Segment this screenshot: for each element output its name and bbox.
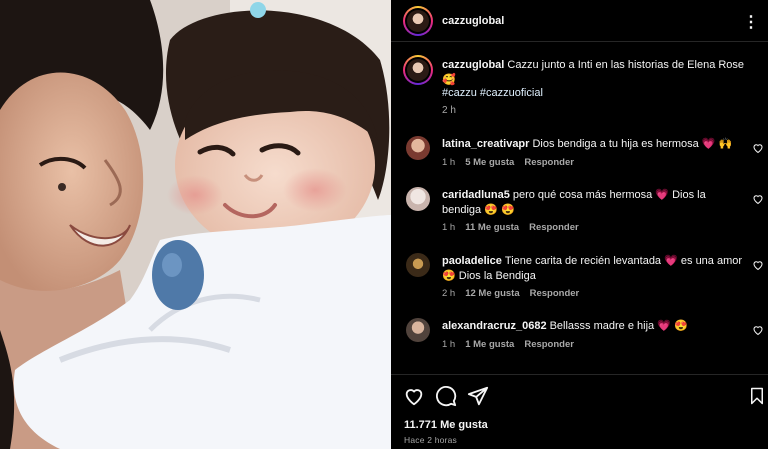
post-sidebar: cazzuglobal ⋮ cazzuglobal Cazzu junto a … — [391, 0, 768, 449]
post-header: cazzuglobal ⋮ — [391, 0, 768, 42]
comment-body-cont: Dios la Bendiga — [458, 270, 536, 282]
comment-meta: 1 h 1 Me gusta Responder — [442, 339, 574, 350]
comment-meta: 2 h 12 Me gusta Responder — [442, 288, 579, 299]
comment-emoji: 💗 — [655, 189, 670, 201]
comment-text: paoladelice Tiene carita de recién levant… — [442, 254, 747, 284]
heart-icon[interactable] — [752, 324, 764, 336]
comment-body: pero qué cosa más hermosa — [512, 189, 653, 201]
author-avatar[interactable] — [403, 6, 433, 36]
comment-likes[interactable]: 1 Me gusta — [465, 339, 514, 350]
reply-button[interactable]: Responder — [524, 339, 574, 350]
comment-likes[interactable]: 12 Me gusta — [465, 288, 519, 299]
comment-time: 2 h — [442, 288, 456, 299]
heart-icon[interactable] — [752, 142, 764, 154]
caption-time: 2 h — [442, 105, 456, 116]
post-actions: 11.771 Me gusta Hace 2 horas — [391, 374, 768, 449]
reply-button[interactable]: Responder — [529, 222, 579, 233]
commenter-username[interactable]: latina_creativapr — [442, 138, 529, 150]
caption-avatar[interactable] — [403, 55, 433, 85]
author-username[interactable]: cazzuglobal — [442, 15, 504, 27]
likes-count[interactable]: 11.771 Me gusta — [404, 419, 488, 431]
heart-icon[interactable] — [403, 385, 425, 407]
comment-likes[interactable]: 11 Me gusta — [465, 222, 519, 233]
comment-body: Dios bendiga a tu hija es hermosa — [532, 138, 699, 150]
share-icon[interactable] — [467, 385, 489, 407]
comment-time: 1 h — [442, 339, 456, 350]
more-horizontal-icon[interactable]: ⋮ — [743, 12, 760, 32]
comment-text: caridadluna5 pero qué cosa más hermosa 💗 … — [442, 188, 747, 218]
heart-icon[interactable] — [752, 193, 764, 205]
caption: cazzuglobal Cazzu junto a Inti en las hi… — [442, 58, 757, 88]
caption-text: Cazzu junto a Inti en las historias de E… — [507, 59, 745, 71]
post-photo[interactable] — [0, 0, 391, 449]
comment-emoji: 💗 🙌 — [701, 138, 733, 150]
caption-emoji: 🥰 — [442, 74, 456, 86]
comment-emoji: 😍 😍 — [484, 204, 515, 216]
comment-likes[interactable]: 5 Me gusta — [465, 157, 514, 168]
heart-icon[interactable] — [752, 259, 764, 271]
comment-body: Tiene carita de recién levantada — [504, 255, 662, 267]
comment-time: 1 h — [442, 157, 456, 168]
comment-emoji: 💗 😍 — [657, 320, 688, 332]
reply-button[interactable]: Responder — [530, 288, 580, 299]
comment-text: latina_creativapr Dios bendiga a tu hija … — [442, 137, 747, 152]
commenter-username[interactable]: caridadluna5 — [442, 189, 510, 201]
comment-meta: 1 h 11 Me gusta Responder — [442, 222, 579, 233]
reply-button[interactable]: Responder — [524, 157, 574, 168]
comment-icon[interactable] — [435, 385, 457, 407]
commenter-avatar[interactable] — [406, 187, 430, 211]
caption-username[interactable]: cazzuglobal — [442, 59, 504, 71]
comment-body: Bellasss madre e hija — [549, 320, 655, 332]
comment-meta: 1 h 5 Me gusta Responder — [442, 157, 574, 168]
commenter-username[interactable]: paoladelice — [442, 255, 502, 267]
commenter-avatar[interactable] — [406, 253, 430, 277]
comment-text: alexandracruz_0682 Bellasss madre e hija … — [442, 319, 747, 334]
caption-hashtags[interactable]: #cazzu #cazzuoficial — [442, 87, 543, 99]
comment-time: 1 h — [442, 222, 456, 233]
comment-emoji: 💗 — [664, 255, 678, 267]
commenter-avatar[interactable] — [406, 318, 430, 342]
bookmark-icon[interactable] — [748, 385, 766, 407]
commenter-avatar[interactable] — [406, 136, 430, 160]
comment-emoji: 😍 — [442, 270, 456, 282]
post-timestamp: Hace 2 horas — [404, 435, 457, 445]
comment-body-cont: es una amor — [680, 255, 743, 267]
commenter-username[interactable]: alexandracruz_0682 — [442, 320, 547, 332]
photo-illustration — [0, 0, 391, 449]
